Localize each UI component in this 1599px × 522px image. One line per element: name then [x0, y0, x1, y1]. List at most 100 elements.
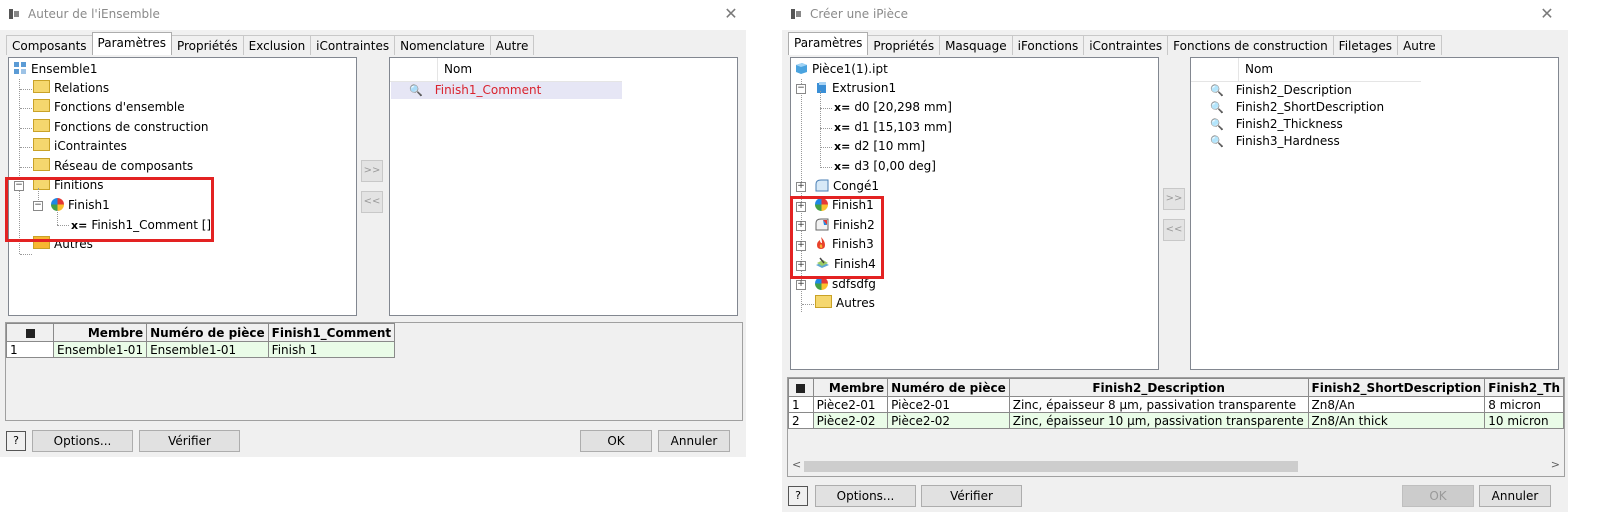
- save-icon: [796, 383, 806, 393]
- left-grid[interactable]: Membre Numéro de pièce Finish1_Comment 1…: [5, 322, 743, 421]
- list-header: Nom: [1191, 58, 1421, 82]
- help-icon[interactable]: ?: [788, 486, 808, 506]
- column-header[interactable]: Numéro de pièce: [146, 323, 269, 342]
- right-dialog: Créer une iPièce ✕ Paramètres Propriétés…: [782, 0, 1568, 512]
- left-tabs: Composants Paramètres Propriétés Exclusi…: [6, 32, 535, 55]
- app-icon: [791, 9, 801, 19]
- tree-item-autres[interactable]: Autres: [815, 294, 875, 313]
- cancel-button[interactable]: Annuler: [1479, 485, 1551, 507]
- key-icon: 🔍: [1210, 101, 1224, 114]
- tab-filetages[interactable]: Filetages: [1332, 35, 1399, 55]
- tree-item-icontraintes[interactable]: iContraintes: [33, 137, 127, 156]
- collapse-toggle[interactable]: −: [796, 84, 806, 94]
- column-header[interactable]: Finish2_Description: [1008, 378, 1309, 397]
- expand-toggle[interactable]: +: [796, 182, 806, 192]
- scroll-right-icon[interactable]: >: [1551, 458, 1560, 471]
- tab-composants[interactable]: Composants: [6, 35, 93, 55]
- tree-param-d3[interactable]: x= d3 [0,00 deg]: [834, 157, 936, 176]
- tab-proprietes[interactable]: Propriétés: [867, 35, 941, 55]
- tree-item-conge[interactable]: Congé1: [815, 177, 879, 196]
- tab-icontraintes[interactable]: iContraintes: [310, 35, 396, 55]
- list-header: Nom: [390, 58, 622, 82]
- column-header[interactable]: Membre: [812, 378, 889, 397]
- column-header[interactable]: Membre: [52, 323, 148, 342]
- folder-icon: [33, 80, 50, 93]
- right-grid[interactable]: Membre Numéro de pièce Finish2_Descripti…: [787, 377, 1565, 477]
- highlight-box: [790, 196, 884, 279]
- tree-item-extrusion[interactable]: Extrusion1: [815, 79, 896, 98]
- options-button[interactable]: Options...: [32, 430, 133, 452]
- scrollbar-thumb[interactable]: [804, 461, 1298, 472]
- left-dialog-title: Auteur de l'iEnsemble: [28, 7, 160, 21]
- list-item[interactable]: 🔍 Finish2_ShortDescription: [1210, 99, 1384, 116]
- tab-masquage[interactable]: Masquage: [939, 35, 1013, 55]
- move-left-button[interactable]: <<: [1163, 219, 1185, 241]
- list-item-finish1-comment[interactable]: 🔍 Finish1_Comment: [391, 82, 622, 99]
- left-list-panel[interactable]: Nom 🔍 Finish1_Comment: [389, 57, 738, 316]
- assembly-icon: [14, 62, 26, 74]
- help-icon[interactable]: ?: [6, 431, 26, 451]
- horizontal-scrollbar[interactable]: < >: [788, 458, 1564, 475]
- options-button[interactable]: Options...: [815, 485, 916, 507]
- verify-button[interactable]: Vérifier: [921, 485, 1022, 507]
- right-list-panel[interactable]: Nom 🔍 Finish2_Description 🔍 Finish2_ShortD…: [1190, 57, 1559, 370]
- expand-toggle[interactable]: +: [796, 280, 806, 290]
- move-right-button[interactable]: >>: [1163, 188, 1185, 210]
- tab-nomenclature[interactable]: Nomenclature: [394, 35, 491, 55]
- list-item[interactable]: 🔍 Finish2_Thickness: [1210, 116, 1343, 133]
- tree-item-relations[interactable]: Relations: [33, 79, 109, 98]
- right-dialog-title: Créer une iPièce: [810, 7, 908, 21]
- list-item[interactable]: 🔍 Finish2_Description: [1210, 82, 1352, 99]
- parameter-icon: x=: [834, 121, 851, 134]
- column-header[interactable]: Finish1_Comment: [267, 323, 396, 342]
- key-icon: 🔍: [409, 84, 423, 97]
- tab-autre[interactable]: Autre: [1397, 35, 1442, 55]
- tab-proprietes[interactable]: Propriétés: [170, 35, 244, 55]
- ok-button[interactable]: OK: [580, 430, 652, 452]
- move-right-button[interactable]: >>: [361, 160, 383, 182]
- verify-button[interactable]: Vérifier: [139, 430, 240, 452]
- part-icon: [796, 63, 807, 74]
- parameter-icon: x=: [834, 160, 851, 173]
- scroll-left-icon[interactable]: <: [792, 458, 801, 471]
- table-row[interactable]: 2 Pièce2-02 Pièce2-02 Zinc, épaisseur 10…: [788, 412, 1564, 429]
- tab-icontraintes[interactable]: iContraintes: [1083, 35, 1169, 55]
- parameter-icon: x=: [834, 101, 851, 114]
- tree-root[interactable]: Pièce1(1).ipt: [795, 60, 888, 79]
- column-header[interactable]: Numéro de pièce: [887, 378, 1010, 397]
- column-header[interactable]: Finish2_Th: [1484, 378, 1564, 397]
- right-tabs: Paramètres Propriétés Masquage iFonction…: [788, 32, 1442, 55]
- tree-item-reseau[interactable]: Réseau de composants: [33, 157, 193, 176]
- cancel-button[interactable]: Annuler: [658, 430, 730, 452]
- tab-ifonctions[interactable]: iFonctions: [1011, 35, 1085, 55]
- right-table: Membre Numéro de pièce Finish2_Descripti…: [788, 378, 1564, 429]
- tree-param-d1[interactable]: x= d1 [15,103 mm]: [834, 118, 952, 137]
- table-row[interactable]: 1 Ensemble1-01 Ensemble1-01 Finish 1: [6, 341, 396, 358]
- tree-item-fonctions-ensemble[interactable]: Fonctions d'ensemble: [33, 98, 185, 117]
- key-icon: 🔍: [1210, 118, 1224, 131]
- list-item[interactable]: 🔍 Finish3_Hardness: [1210, 133, 1340, 150]
- folder-icon: [33, 158, 50, 171]
- table-row[interactable]: 1 Pièce2-01 Pièce2-01 Zinc, épaisseur 8 …: [788, 396, 1564, 413]
- tree-root[interactable]: Ensemble1: [13, 60, 97, 79]
- key-icon: 🔍: [1210, 84, 1224, 97]
- move-left-button[interactable]: <<: [361, 191, 383, 213]
- close-icon[interactable]: ✕: [1537, 4, 1557, 24]
- tab-parametres[interactable]: Paramètres: [788, 32, 869, 55]
- tree-param-d2[interactable]: x= d2 [10 mm]: [834, 137, 925, 156]
- fillet-icon: [815, 179, 829, 192]
- tab-exclusion[interactable]: Exclusion: [242, 35, 312, 55]
- left-table: Membre Numéro de pièce Finish1_Comment 1…: [6, 323, 396, 358]
- tab-autre[interactable]: Autre: [489, 35, 535, 55]
- tree-param-d0[interactable]: x= d0 [20,298 mm]: [834, 98, 952, 117]
- tree-item-fonctions-construction[interactable]: Fonctions de construction: [33, 118, 209, 137]
- column-header[interactable]: Finish2_ShortDescription: [1307, 378, 1486, 397]
- table-header-row: Membre Numéro de pièce Finish2_Descripti…: [788, 378, 1564, 397]
- tab-fonctions-construction[interactable]: Fonctions de construction: [1167, 35, 1334, 55]
- ok-button[interactable]: OK: [1402, 485, 1474, 507]
- folder-icon: [33, 138, 50, 151]
- close-icon[interactable]: ✕: [721, 4, 741, 24]
- tab-parametres[interactable]: Paramètres: [91, 32, 172, 55]
- folder-icon: [33, 99, 50, 112]
- extrusion-icon: [817, 82, 826, 93]
